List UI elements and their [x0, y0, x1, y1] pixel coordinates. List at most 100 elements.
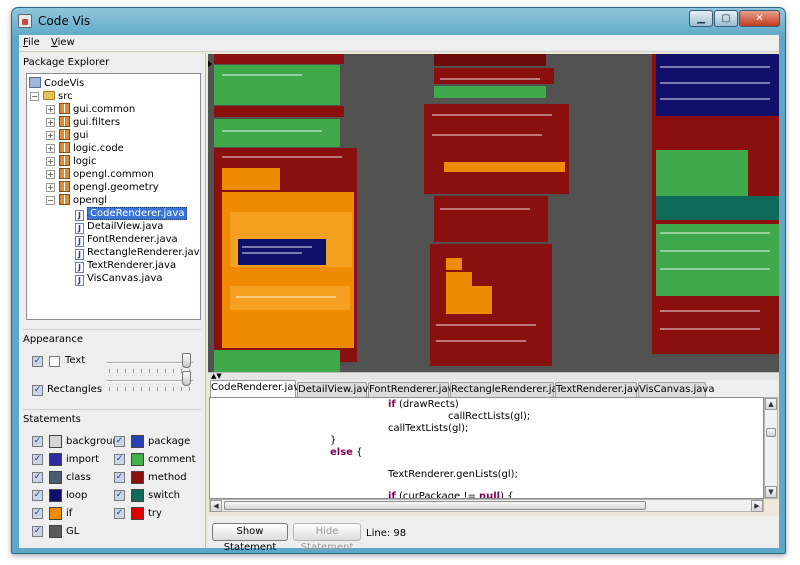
code-text-line: [432, 134, 542, 136]
code-text-line: [660, 328, 760, 330]
code-line: callRectLists(gl);: [448, 411, 530, 422]
tree-item-label: DetailView.java: [87, 221, 164, 232]
tab-rectanglerenderer[interactable]: RectangleRenderer.java: [450, 382, 570, 397]
tab-viscanvas[interactable]: VisCanvas.java: [638, 382, 714, 397]
tree-item-package[interactable]: gui: [59, 129, 88, 142]
code-text-line: [660, 82, 770, 84]
horizontal-scroll-thumb[interactable]: [224, 501, 646, 510]
close-button[interactable]: ✕: [739, 10, 780, 27]
tree-item-label: logic.code: [73, 143, 124, 154]
package-checkbox[interactable]: ✓: [114, 436, 125, 447]
method-block: [434, 54, 546, 66]
tree-item-project[interactable]: CodeVis: [29, 77, 84, 90]
package-icon: [59, 129, 70, 140]
menu-file[interactable]: File: [23, 35, 40, 51]
tree-item-file[interactable]: J VisCanvas.java: [75, 272, 162, 286]
background-swatch: [49, 435, 62, 448]
text-checkbox[interactable]: ✓: [32, 356, 43, 367]
code-text: callRectLists(gl);: [448, 411, 531, 422]
comment-checkbox[interactable]: ✓: [114, 454, 125, 465]
maximize-button[interactable]: ▢: [714, 10, 738, 27]
minimize-button[interactable]: ▁: [689, 10, 713, 27]
expand-icon[interactable]: +: [46, 118, 55, 127]
tree-item-package[interactable]: opengl.common: [59, 168, 154, 181]
split-arrows-icon[interactable]: ▲▼: [211, 373, 222, 380]
collapse-icon[interactable]: −: [30, 92, 39, 101]
import-checkbox[interactable]: ✓: [32, 454, 43, 465]
text-slider-track[interactable]: [107, 362, 193, 364]
scroll-left-icon[interactable]: ◀: [210, 500, 222, 512]
tree-item-package[interactable]: gui.filters: [59, 116, 120, 129]
code-text: }: [330, 435, 337, 446]
tree-item-package[interactable]: opengl: [59, 194, 107, 207]
title-bar[interactable]: Code Vis ▁ ▢ ✕: [12, 8, 785, 35]
code-text-line: [660, 232, 770, 234]
gl-swatch: [49, 525, 62, 538]
scroll-down-icon[interactable]: ▼: [765, 486, 777, 498]
tree-item-package[interactable]: logic: [59, 155, 97, 168]
class-checkbox[interactable]: ✓: [32, 472, 43, 483]
expand-icon[interactable]: +: [46, 105, 55, 114]
collapse-arrow-icon[interactable]: [208, 60, 213, 68]
text-slider-thumb[interactable]: [182, 353, 191, 368]
tree-item-package[interactable]: opengl.geometry: [59, 181, 159, 194]
code-text-line: [660, 268, 770, 270]
comment-block: [434, 86, 546, 98]
tree-item-label: opengl.geometry: [73, 182, 159, 193]
tree-item-src[interactable]: src: [43, 90, 73, 103]
tab-coderenderer[interactable]: CodeRenderer.java: [210, 380, 305, 397]
show-statement-button[interactable]: Show Statement: [212, 523, 288, 553]
rectangles-checkbox[interactable]: ✓: [32, 385, 43, 396]
expand-icon[interactable]: +: [46, 144, 55, 153]
code-text-line: [222, 130, 322, 132]
code-editor[interactable]: if (drawRects) callRectLists(gl); callTe…: [209, 397, 764, 499]
tree-item-package[interactable]: gui.common: [59, 103, 135, 116]
hide-statement-button[interactable]: Hide Statement: [293, 523, 361, 553]
tree-item-label: TextRenderer.java: [87, 260, 177, 271]
package-icon: [59, 155, 70, 166]
switch-checkbox[interactable]: ✓: [114, 490, 125, 501]
rectangles-slider-track[interactable]: [107, 380, 193, 382]
method-checkbox[interactable]: ✓: [114, 472, 125, 483]
menu-view[interactable]: View: [51, 35, 75, 51]
if-block: [230, 286, 350, 310]
tree-item-file[interactable]: J RectangleRenderer.java: [75, 246, 200, 260]
tab-fontrenderer[interactable]: FontRenderer.java: [368, 382, 460, 397]
tab-textrenderer[interactable]: TextRenderer.java: [555, 382, 645, 397]
code-vertical-scrollbar[interactable]: ▲ ▼: [764, 397, 778, 499]
app-icon: [18, 14, 32, 28]
code-text-line: [660, 66, 770, 68]
text-sub-checkbox[interactable]: [49, 356, 60, 367]
expand-icon[interactable]: +: [46, 170, 55, 179]
code-text: callTextLists(gl);: [388, 423, 469, 434]
split-divider[interactable]: ▲▼: [208, 372, 779, 380]
rectangles-slider-thumb[interactable]: [182, 371, 191, 386]
tab-detailview[interactable]: DetailView.java: [297, 382, 374, 397]
if-label: if: [66, 508, 73, 519]
code-text: (drawRects): [395, 399, 459, 410]
code-visualization-canvas[interactable]: [208, 54, 779, 372]
tree-item-file[interactable]: J TextRenderer.java: [75, 259, 177, 273]
code-horizontal-scrollbar[interactable]: ◀ ▶: [209, 499, 764, 512]
code-keyword: if: [388, 399, 396, 410]
method-label: method: [148, 472, 187, 483]
collapse-icon[interactable]: −: [46, 196, 55, 205]
loop-checkbox[interactable]: ✓: [32, 490, 43, 501]
code-text-line: [660, 310, 760, 312]
gl-checkbox[interactable]: ✓: [32, 526, 43, 537]
tree-item-file[interactable]: J FontRenderer.java: [75, 233, 178, 247]
package-tree[interactable]: CodeVis − src + gui.common + gui.filters…: [26, 73, 201, 320]
expand-icon[interactable]: +: [46, 157, 55, 166]
vertical-scroll-thumb[interactable]: [766, 428, 776, 437]
expand-icon[interactable]: +: [46, 183, 55, 192]
if-checkbox[interactable]: ✓: [32, 508, 43, 519]
if-block: [444, 162, 565, 172]
scroll-up-icon[interactable]: ▲: [765, 398, 777, 410]
scroll-right-icon[interactable]: ▶: [751, 500, 763, 512]
tree-item-file[interactable]: J DetailView.java: [75, 220, 164, 234]
background-checkbox[interactable]: ✓: [32, 436, 43, 447]
tree-item-package[interactable]: logic.code: [59, 142, 124, 155]
expand-icon[interactable]: +: [46, 131, 55, 140]
tree-item-file-selected[interactable]: J CodeRenderer.java: [75, 207, 188, 221]
try-checkbox[interactable]: ✓: [114, 508, 125, 519]
